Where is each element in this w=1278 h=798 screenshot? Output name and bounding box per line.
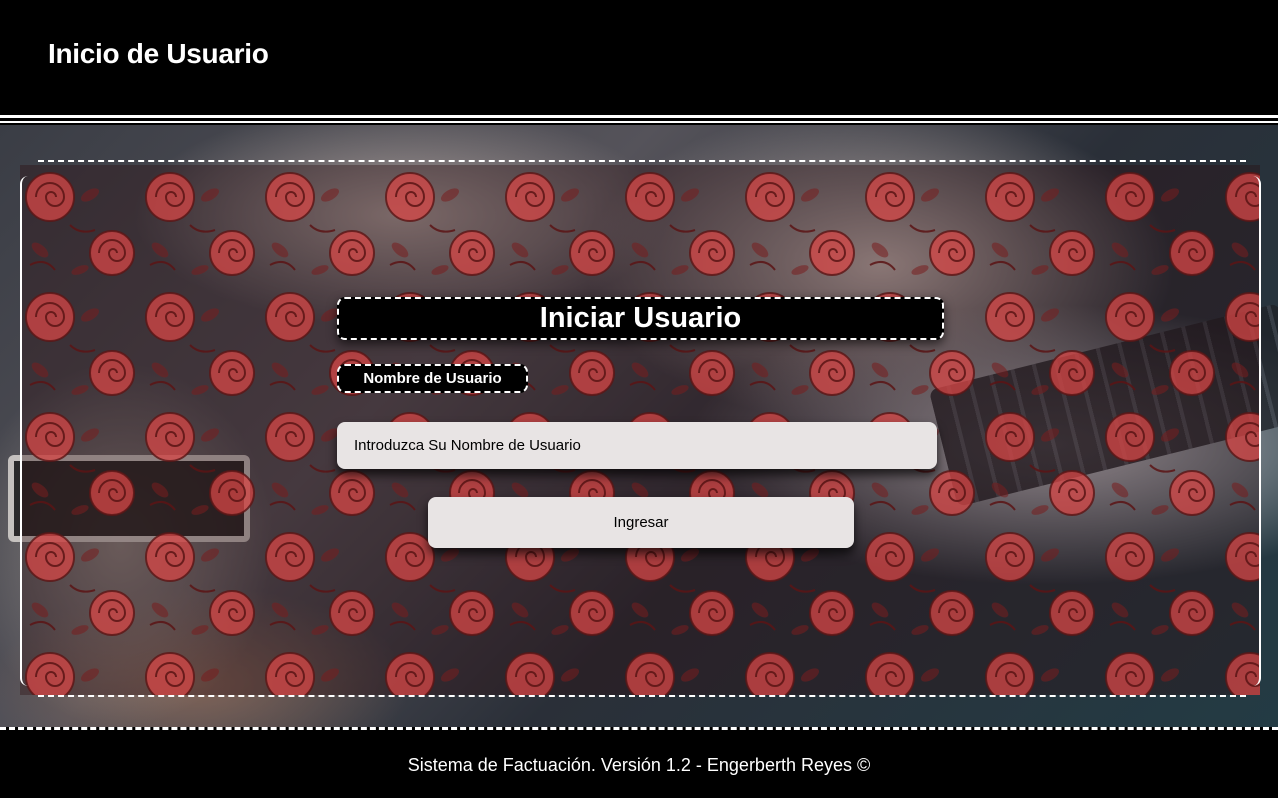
page-header: Inicio de Usuario [0,0,1278,115]
footer-copyright: Sistema de Factuación. Versión 1.2 - Eng… [407,755,871,775]
header-divider [0,115,1278,125]
login-heading: Iniciar Usuario [337,297,944,340]
ingresar-button[interactable]: Ingresar [428,497,854,548]
login-page: Inicio de Usuario Iniciar Usuario Nombre… [0,0,1278,798]
username-label: Nombre de Usuario [337,364,528,393]
username-input[interactable] [337,422,937,469]
page-footer: Sistema de Factuación. Versión 1.2 - Eng… [0,727,1278,798]
page-title: Inicio de Usuario [48,38,269,69]
